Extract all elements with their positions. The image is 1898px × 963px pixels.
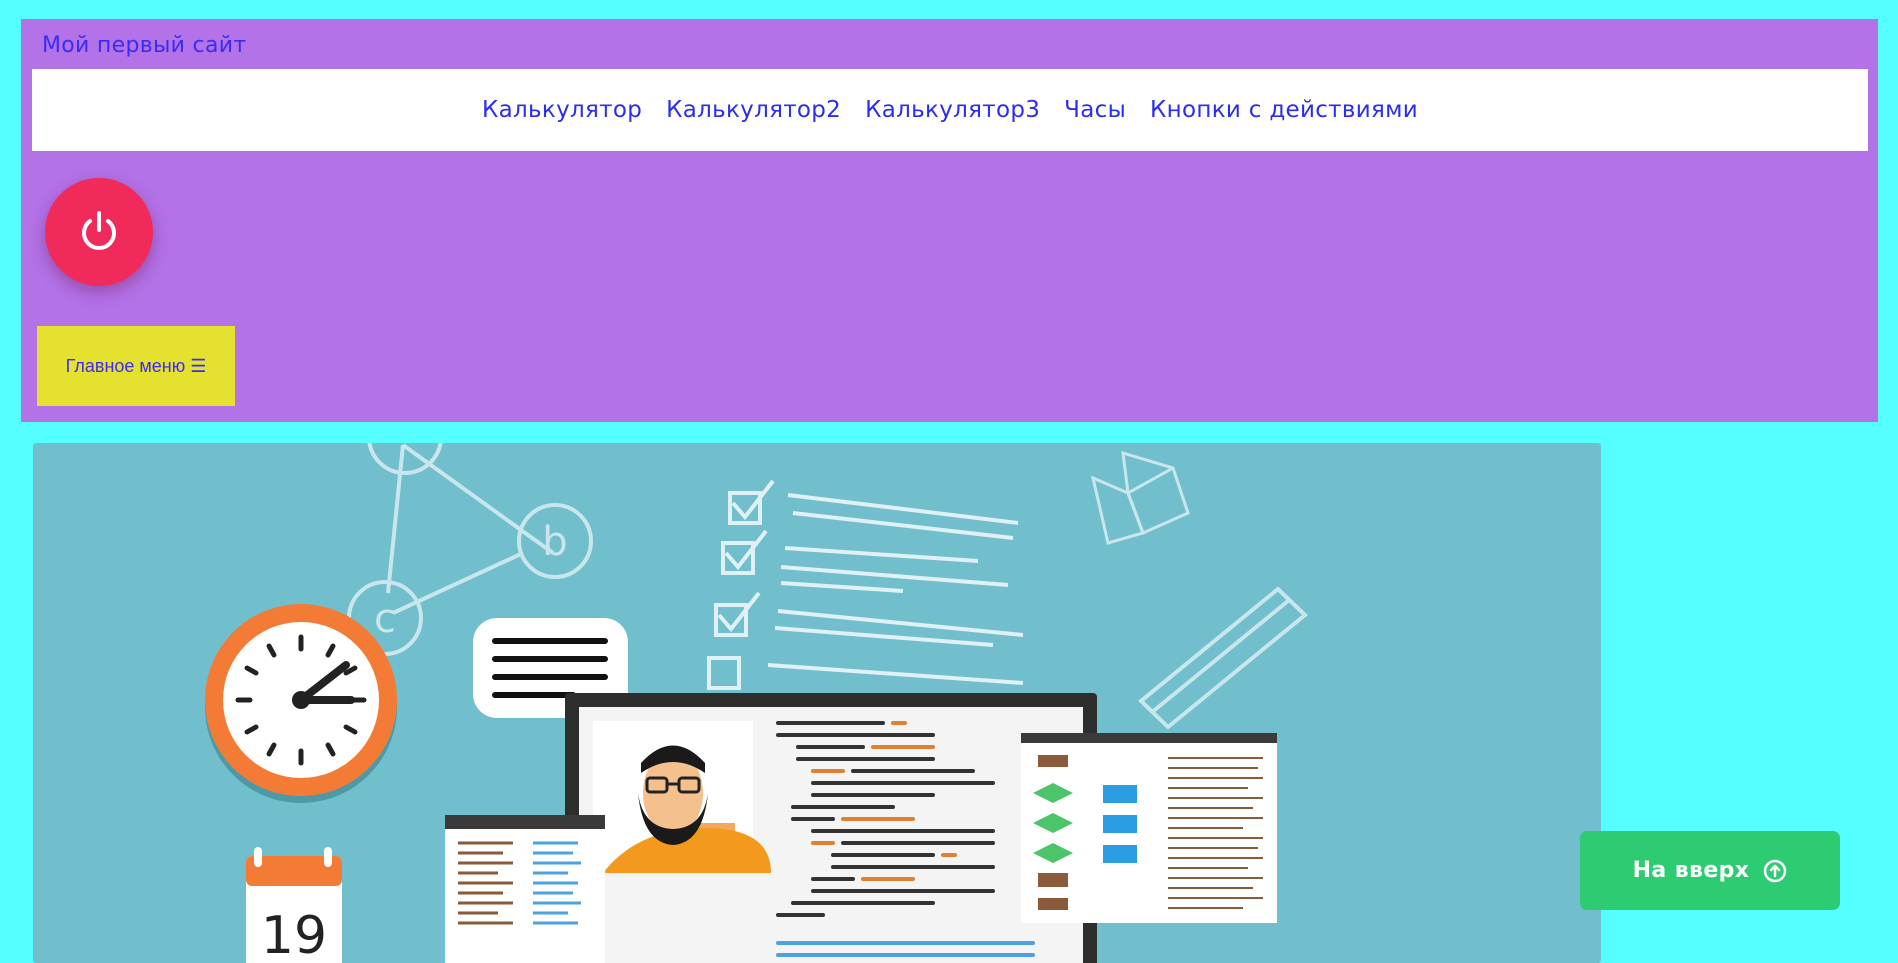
pencil-icon [1137,586,1309,730]
power-icon [82,211,116,250]
nav-link-clock[interactable]: Часы [1064,97,1126,123]
letter-c: c [374,596,396,642]
code-window-illustration [445,815,605,963]
site-header: Мой первый сайт Калькулятор Калькулятор2… [21,19,1878,422]
hero-illustration: b c 19 [205,443,1309,963]
scroll-to-top-button[interactable]: На вверх [1580,831,1840,910]
calendar-illustration: 19 [246,847,342,963]
power-button[interactable] [45,178,153,286]
nav-link-calculator3[interactable]: Калькулятор3 [865,97,1040,123]
clock-illustration [205,604,397,803]
cube-icon [1090,450,1190,545]
letter-b: b [542,519,567,565]
arrow-up-circle-icon [1764,859,1787,882]
calendar-day: 19 [261,906,327,963]
main-menu-button[interactable]: Главное меню ☰ [37,326,235,406]
flowchart-window-illustration [1021,733,1277,923]
nav-link-calculator2[interactable]: Калькулятор2 [666,97,841,123]
scroll-to-top-label: На вверх [1632,858,1750,883]
nav-link-calculator[interactable]: Калькулятор [482,97,642,123]
hero-image: b c 19 [33,443,1601,963]
monitor-illustration [565,693,1097,963]
checklist [707,479,1024,690]
main-nav: Калькулятор Калькулятор2 Калькулятор3 Ча… [32,69,1868,151]
site-title: Мой первый сайт [42,33,247,58]
nav-link-action-buttons[interactable]: Кнопки с действиями [1150,97,1418,123]
